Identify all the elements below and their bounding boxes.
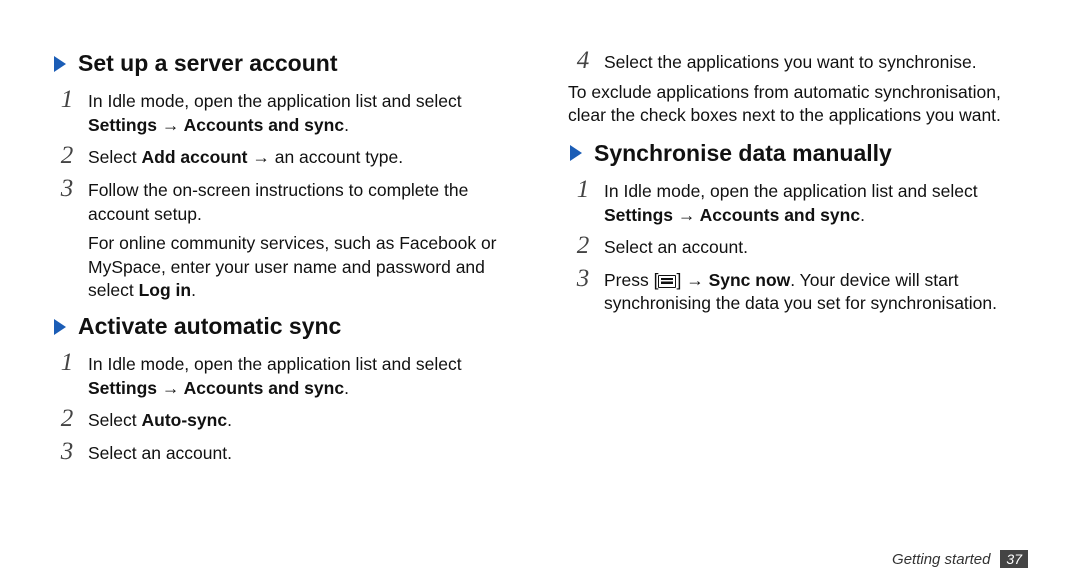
chevron-right-icon [570, 145, 582, 161]
step-number: 3 [56, 439, 78, 464]
step-number: 2 [56, 143, 78, 168]
section-heading: Synchronise data manually [568, 138, 1028, 169]
step-item: 3 Press [] → Sync now. Your device will … [568, 266, 1028, 318]
step-number: 3 [56, 176, 78, 201]
step-note: For online community services, such as F… [88, 232, 512, 303]
chevron-right-icon [54, 319, 66, 335]
step-body: Select Auto-sync. [88, 406, 512, 435]
step-text: Select [88, 410, 142, 430]
step-tail: . [344, 115, 349, 135]
step-number: 4 [572, 48, 594, 73]
menu-icon [658, 275, 676, 288]
step-text: In Idle mode, open the application list … [604, 181, 978, 201]
step-tail: → an account type. [247, 147, 403, 167]
right-column: 4 Select the applications you want to sy… [568, 48, 1028, 472]
step-item: 3 Select an account. [52, 439, 512, 468]
note-bold: Log in [139, 280, 191, 300]
step-bold: Sync now [709, 270, 791, 290]
section-title: Synchronise data manually [594, 138, 892, 169]
section-heading: Activate automatic sync [52, 311, 512, 342]
step-text: ] → [676, 270, 708, 290]
step-item: 4 Select the applications you want to sy… [568, 48, 1028, 77]
step-body: Press [] → Sync now. Your device will st… [604, 266, 1028, 318]
step-body: Select the applications you want to sync… [604, 48, 1028, 77]
step-tail: . [860, 205, 865, 225]
step-body: Select an account. [604, 233, 1028, 262]
step-body: Follow the on-screen instructions to com… [88, 176, 512, 228]
paragraph: To exclude applications from automatic s… [568, 81, 1028, 128]
step-text: Select the applications you want to sync… [604, 51, 1028, 75]
step-item: 1 In Idle mode, open the application lis… [52, 350, 512, 402]
step-bold: Auto-sync [142, 410, 228, 430]
step-item: 3 Follow the on-screen instructions to c… [52, 176, 512, 228]
step-text: Follow the on-screen instructions to com… [88, 179, 512, 226]
step-text: Select an account. [88, 442, 512, 466]
left-column: Set up a server account 1 In Idle mode, … [52, 48, 512, 472]
step-number: 3 [572, 266, 594, 291]
step-number: 1 [56, 87, 78, 112]
page-number-badge: 37 [1000, 550, 1028, 568]
step-tail: . [344, 378, 349, 398]
step-text: In Idle mode, open the application list … [88, 354, 462, 374]
step-number: 2 [56, 406, 78, 431]
step-tail: . [227, 410, 232, 430]
step-item: 2 Select Auto-sync. [52, 406, 512, 435]
footer-section-label: Getting started [892, 551, 990, 568]
section-heading: Set up a server account [52, 48, 512, 79]
step-bold: Settings → Accounts and sync [88, 115, 344, 135]
section-title: Activate automatic sync [78, 311, 341, 342]
note-tail: . [191, 280, 196, 300]
page-footer: Getting started 37 [892, 550, 1028, 568]
step-text: Press [ [604, 270, 658, 290]
step-body: In Idle mode, open the application list … [88, 87, 512, 139]
step-number: 2 [572, 233, 594, 258]
step-body: Select Add account → an account type. [88, 143, 512, 172]
section-title: Set up a server account [78, 48, 338, 79]
step-bold: Settings → Accounts and sync [604, 205, 860, 225]
step-text: Select an account. [604, 236, 1028, 260]
step-item: 2 Select an account. [568, 233, 1028, 262]
step-text: In Idle mode, open the application list … [88, 91, 462, 111]
chevron-right-icon [54, 56, 66, 72]
step-number: 1 [56, 350, 78, 375]
step-body: In Idle mode, open the application list … [604, 177, 1028, 229]
step-number: 1 [572, 177, 594, 202]
step-item: 1 In Idle mode, open the application lis… [568, 177, 1028, 229]
step-bold: Settings → Accounts and sync [88, 378, 344, 398]
step-item: 1 In Idle mode, open the application lis… [52, 87, 512, 139]
step-body: In Idle mode, open the application list … [88, 350, 512, 402]
step-body: Select an account. [88, 439, 512, 468]
step-bold: Add account [142, 147, 248, 167]
step-item: 2 Select Add account → an account type. [52, 143, 512, 172]
step-text: Select [88, 147, 142, 167]
